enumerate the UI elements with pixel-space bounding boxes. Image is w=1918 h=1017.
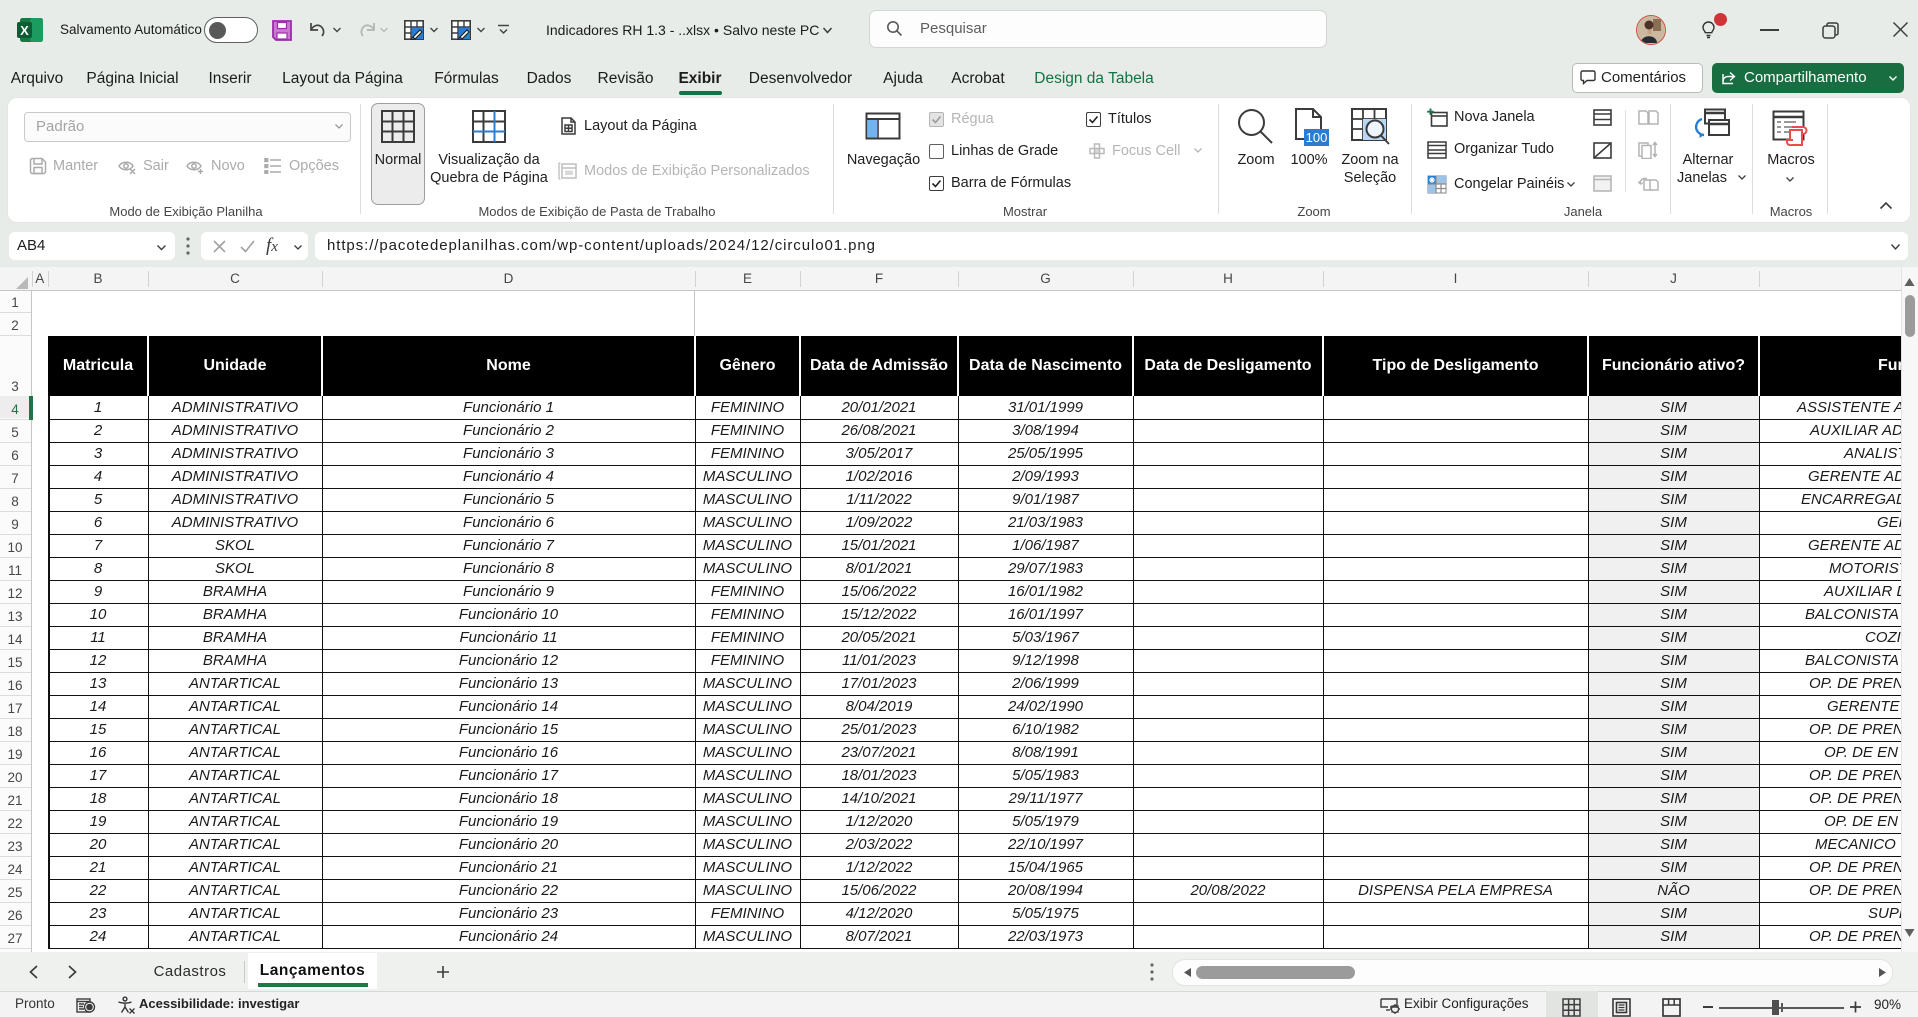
svg-text:X: X bbox=[20, 23, 29, 38]
svg-text:100: 100 bbox=[1306, 130, 1328, 145]
